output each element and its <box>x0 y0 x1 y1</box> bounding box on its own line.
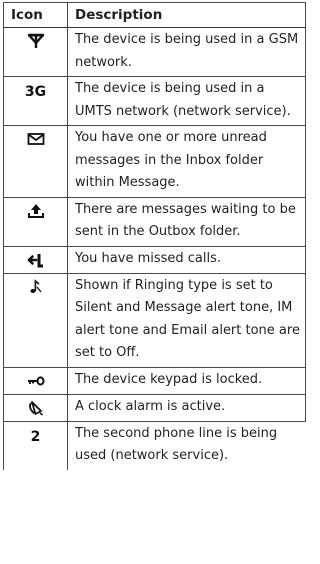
icon-cell <box>3 125 68 198</box>
description-cell: There are messages waiting to be sent in… <box>67 196 306 247</box>
missed-call-icon <box>27 253 43 267</box>
table-header-row: Icon Description <box>3 2 306 28</box>
table-row: Shown if Ringing type is set to Silent a… <box>3 272 306 368</box>
alarm-clock-icon <box>28 400 43 416</box>
description-cell: The device keypad is locked. <box>67 366 306 395</box>
table-row: A clock alarm is active. <box>3 393 306 422</box>
silent-note-icon <box>29 278 42 293</box>
envelope-icon <box>27 133 44 145</box>
key-lock-icon <box>27 375 44 386</box>
description-cell: You have missed calls. <box>67 245 306 274</box>
icon-cell <box>3 245 68 274</box>
icon-cell <box>3 196 68 247</box>
table-row: You have one or more unread messages in … <box>3 125 306 198</box>
icon-cell <box>3 393 68 422</box>
table-row: 2 The second phone line is being used (n… <box>3 420 306 470</box>
table-row: The device keypad is locked. <box>3 366 306 395</box>
umts-3g-icon: 3G <box>24 84 47 100</box>
table-row: The device is being used in a GSM networ… <box>3 27 306 77</box>
description-cell: The second phone line is being used (net… <box>67 420 306 470</box>
line-2-icon: 2 <box>30 428 41 445</box>
description-cell: Shown if Ringing type is set to Silent a… <box>67 272 306 368</box>
table-row: 3G The device is being used in a UMTS ne… <box>3 76 306 126</box>
icon-cell <box>3 27 68 77</box>
gsm-network-icon <box>27 33 44 48</box>
header-icon: Icon <box>3 2 68 28</box>
description-cell: A clock alarm is active. <box>67 393 306 422</box>
icon-cell <box>3 272 68 368</box>
icon-cell <box>3 366 68 395</box>
outbox-upload-icon <box>27 203 44 218</box>
description-cell: The device is being used in a UMTS netwo… <box>67 76 306 126</box>
description-cell: The device is being used in a GSM networ… <box>67 27 306 77</box>
icon-cell: 3G <box>3 76 68 126</box>
icon-reference-table: Icon Description The device is being use… <box>3 2 306 470</box>
table-row: You have missed calls. <box>3 245 306 274</box>
description-cell: You have one or more unread messages in … <box>67 125 306 198</box>
icon-cell: 2 <box>3 420 68 470</box>
header-description: Description <box>67 2 306 28</box>
table-row: There are messages waiting to be sent in… <box>3 196 306 247</box>
